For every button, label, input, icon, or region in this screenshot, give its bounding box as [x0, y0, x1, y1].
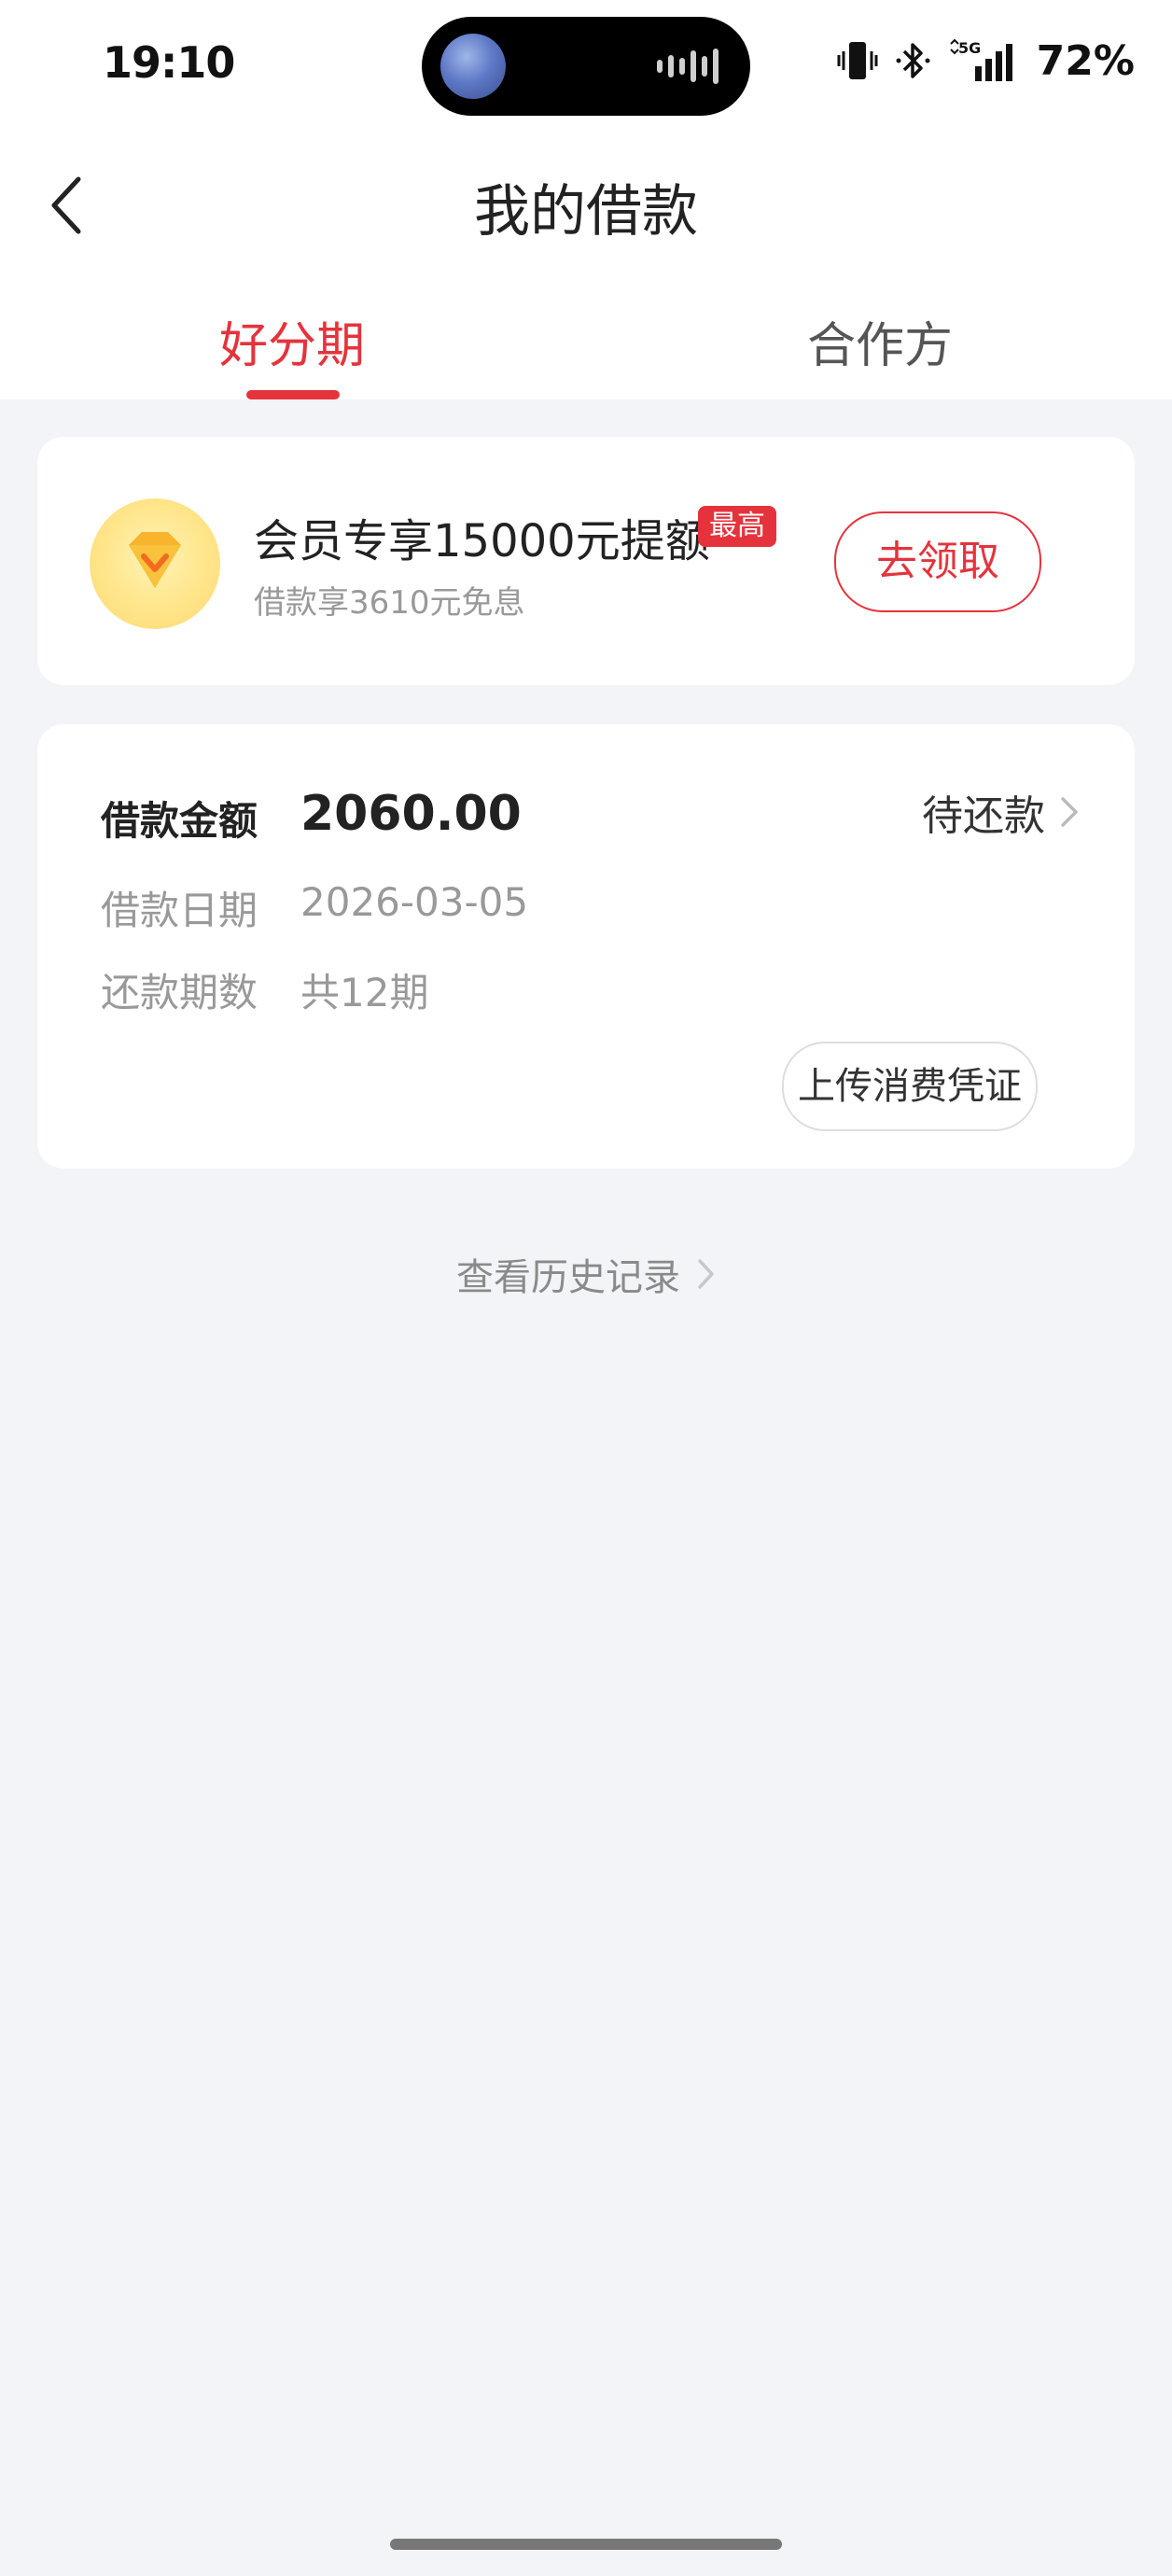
- tab-haofenqi[interactable]: 好分期: [152, 306, 432, 376]
- view-history-link[interactable]: 查看历史记录: [0, 1247, 1172, 1301]
- promo-subtitle: 借款享3610元免息: [254, 584, 525, 622]
- promo-title: 会员专享15000元提额: [254, 515, 710, 567]
- loan-amount-value: 2060.00: [300, 786, 522, 842]
- loan-card[interactable]: 借款金额 2060.00 待还款 借款日期 2026-03-05 还款期数 共1…: [37, 724, 1135, 1169]
- loan-status-text: 待还款: [922, 792, 1045, 840]
- status-icons: 5G 72%: [837, 36, 1135, 85]
- bluetooth-icon: [896, 43, 930, 78]
- repayment-periods-label: 还款期数: [101, 970, 258, 1015]
- membership-promo-card[interactable]: 会员专享15000元提额 最高 借款享3610元免息 去领取: [37, 437, 1135, 685]
- upload-receipt-button[interactable]: 上传消费凭证: [782, 1042, 1038, 1131]
- network-label: 5G: [958, 39, 981, 57]
- active-tab-indicator: [246, 390, 340, 399]
- loan-date-label: 借款日期: [101, 888, 258, 933]
- diamond-badge-icon: [90, 498, 220, 629]
- home-indicator[interactable]: [390, 2539, 782, 2550]
- loan-date-value: 2026-03-05: [300, 879, 529, 925]
- page-title: 我的借款: [474, 179, 698, 245]
- chevron-right-icon: [698, 1259, 714, 1289]
- dynamic-island[interactable]: [422, 17, 750, 116]
- repayment-periods-value: 共12期: [300, 970, 429, 1015]
- loan-amount-label: 借款金额: [101, 798, 258, 844]
- chevron-right-icon: [1061, 797, 1078, 827]
- view-history-label: 查看历史记录: [456, 1256, 680, 1299]
- loan-status-link[interactable]: 待还款: [922, 782, 1081, 842]
- status-time: 19:10: [103, 37, 235, 88]
- media-thumbnail: [440, 34, 506, 99]
- max-badge: 最高: [698, 506, 776, 547]
- claim-button[interactable]: 去领取: [834, 511, 1041, 612]
- tab-partner[interactable]: 合作方: [740, 306, 1020, 376]
- 5g-signal-icon: 5G: [949, 38, 1012, 81]
- audio-wave-icon: [657, 49, 719, 84]
- battery-level: 72%: [1036, 36, 1135, 85]
- vibrate-icon: [837, 42, 878, 79]
